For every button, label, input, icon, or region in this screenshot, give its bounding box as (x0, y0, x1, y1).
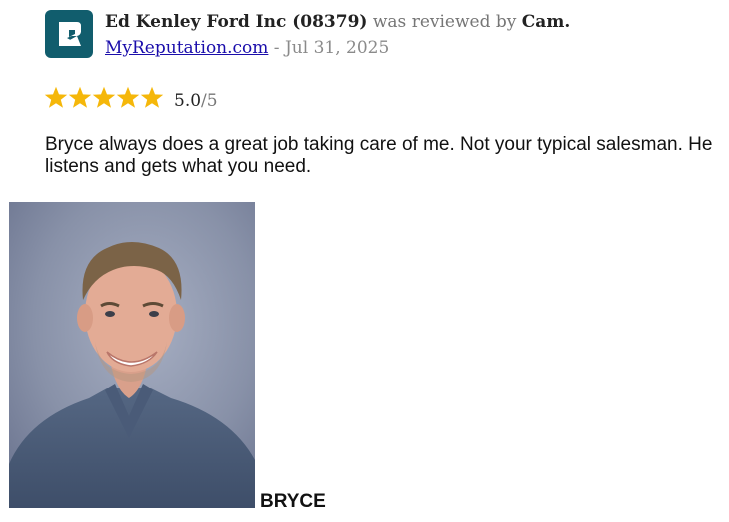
rating-out-of: /5 (201, 91, 218, 111)
reputation-logo-icon (45, 10, 93, 58)
star-icon (68, 86, 92, 108)
business-name: Ed Kenley Ford Inc (08379) (105, 12, 368, 32)
source-link[interactable]: MyReputation.com (105, 38, 268, 58)
review-date: Jul 31, 2025 (284, 38, 390, 58)
star-icon (92, 86, 116, 108)
reviewed-by-text: was reviewed by (372, 12, 517, 32)
review-source: MyReputation.com - Jul 31, 2025 (105, 37, 389, 59)
star-icon (44, 86, 68, 108)
date-separator: - (268, 38, 285, 58)
star-icon (140, 86, 164, 108)
rating-value: 5.0/5 (174, 90, 218, 112)
staff-photo (9, 202, 255, 508)
review-title: Ed Kenley Ford Inc (08379) was reviewed … (105, 11, 570, 33)
rating-score: 5.0 (174, 91, 202, 111)
reviewer-name: Cam. (521, 12, 571, 32)
star-rating (44, 86, 164, 109)
star-icon (116, 86, 140, 108)
photo-caption: BRYCE (260, 491, 326, 512)
review-body: Bryce always does a great job taking car… (45, 134, 713, 177)
